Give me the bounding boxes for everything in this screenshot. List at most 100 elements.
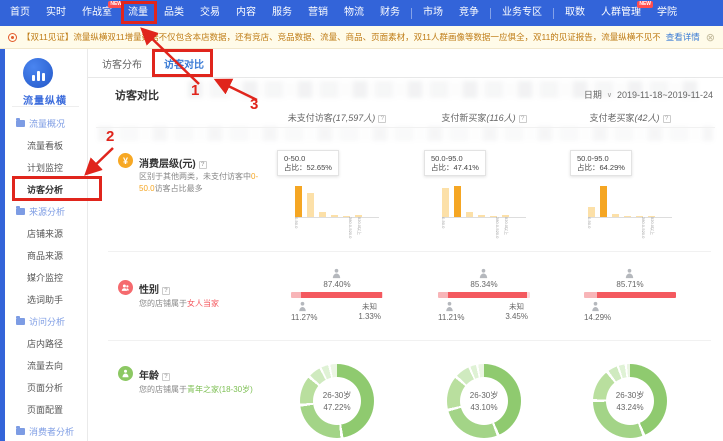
male-percent: 14.29% — [584, 313, 611, 322]
yen-glyph: ¥ — [123, 156, 128, 166]
sidebar-item-instore-path[interactable]: 店内路径 — [5, 332, 87, 354]
close-icon[interactable]: ⊗ — [700, 31, 715, 44]
nav-item-competition[interactable]: 竞争 — [451, 0, 487, 26]
gender-ratio-bar — [438, 292, 530, 298]
nav-divider — [411, 8, 412, 19]
nav-item-content[interactable]: 内容 — [228, 0, 264, 26]
tab-visitor-distribution[interactable]: 访客分布 — [100, 49, 144, 77]
tooltip-value: 47.41% — [454, 163, 479, 172]
help-icon[interactable]: ? — [162, 287, 170, 295]
help-icon[interactable]: ? — [663, 115, 671, 123]
announcement-icon — [8, 33, 17, 42]
bar-chart: 0-50.0 280.0-520.0 520.0以上 — [295, 184, 379, 218]
divider — [12, 106, 79, 107]
row-desc-consumption: 区别于其他两类，未支付访客中0-50.0访客占比最多 — [139, 171, 273, 195]
divider — [96, 127, 715, 128]
sidebar-item-item-source[interactable]: 商品来源 — [5, 244, 87, 266]
tooltip-range: 50.0-95.0 — [577, 154, 625, 163]
chevron-down-icon: ∨ — [607, 91, 612, 99]
tab-visitor-compare[interactable]: 访客对比 — [162, 49, 206, 77]
help-icon[interactable]: ? — [199, 161, 207, 169]
sidebar-item-shop-source[interactable]: 店铺来源 — [5, 222, 87, 244]
tooltip-range: 50.0-95.0 — [431, 154, 479, 163]
sidebar-item-page-analysis[interactable]: 页面分析 — [5, 376, 87, 398]
donut-center-label: 26-30岁47.22% — [300, 364, 374, 438]
sidebar-item-traffic-board[interactable]: 流量看板 — [5, 134, 87, 156]
x-tick: 520.0以上 — [503, 217, 509, 235]
unknown-percent: 3.45% — [505, 312, 528, 321]
consumption-chart-old-buyers[interactable]: 50.0-95.0 占比：64.29% 0-50.0 280.0-520.0 5… — [584, 150, 676, 225]
sidebar-section-visit-analysis[interactable]: 访问分析 — [5, 310, 87, 332]
nav-item-bizzone[interactable]: 业务专区 — [494, 0, 550, 26]
sidebar-section-source-analysis[interactable]: 来源分析 — [5, 200, 87, 222]
sidebar-item-media-monitor[interactable]: 媒介监控 — [5, 266, 87, 288]
donut-center-label: 26-30岁43.24% — [593, 364, 667, 438]
nav-item-marketing[interactable]: 营销 — [300, 0, 336, 26]
tooltip-value: 52.65% — [307, 163, 332, 172]
nav-item-service[interactable]: 服务 — [264, 0, 300, 26]
notice-detail-link[interactable]: 查看详情 — [666, 31, 700, 43]
gender-widget-unpaid: 87.40% 11.27% 未知 1.33% — [289, 268, 385, 330]
nav-item-market[interactable]: 市场 — [415, 0, 451, 26]
nav-item-warroom[interactable]: 作战室NEW — [74, 0, 120, 26]
nav-item-logistics[interactable]: 物流 — [336, 0, 372, 26]
watermark — [98, 126, 713, 141]
folder-icon — [16, 428, 25, 435]
tooltip-value: 64.29% — [600, 163, 625, 172]
nav-item-home[interactable]: 首页 — [2, 0, 38, 26]
column-label: 支付新买家 — [441, 113, 486, 123]
gender-widget-new-buyers: 85.34% 11.21% 未知 3.45% — [436, 268, 532, 330]
age-donut-new-buyers[interactable]: 26-30岁43.10% — [447, 364, 521, 438]
male-percent: 11.21% — [438, 313, 465, 322]
age-donut-unpaid[interactable]: 26-30岁47.22% — [300, 364, 374, 438]
notice-bar: 【双11见证】流量纵横双11增量数据不仅包含本店数据，还有竞店、竞品数据、流量、… — [0, 26, 723, 49]
row-title-gender: 性别? — [139, 281, 170, 296]
nav-item-data[interactable]: 取数 — [557, 0, 593, 26]
nav-item-realtime[interactable]: 实时 — [38, 0, 74, 26]
desc-highlight: 青年之家(18-30岁) — [187, 385, 253, 394]
nav-item-crowd-label: 人群管理 — [601, 7, 641, 18]
tooltip-range: 0-50.0 — [284, 154, 332, 163]
chart-tooltip: 0-50.0 占比：52.65% — [277, 150, 339, 176]
donut-center-label: 26-30岁43.10% — [447, 364, 521, 438]
age-donut-old-buyers[interactable]: 26-30岁43.24% — [593, 364, 667, 438]
sidebar-section-traffic-overview[interactable]: 流量概况 — [5, 112, 87, 134]
sidebar-section-consumer-analysis[interactable]: 消费者分析 — [5, 420, 87, 441]
x-tick: 280.0-520.0 — [348, 217, 353, 238]
sidebar-item-page-config[interactable]: 页面配置 — [5, 398, 87, 420]
sidebar-menu: 流量概况 流量看板 计划监控 访客分析 来源分析 店铺来源 商品来源 媒介监控 … — [5, 112, 87, 441]
section-label: 流量概况 — [29, 117, 65, 130]
male-icon — [444, 301, 455, 312]
sidebar-item-word-helper[interactable]: 选词助手 — [5, 288, 87, 310]
column-label: 未支付访客 — [288, 113, 333, 123]
nav-item-category[interactable]: 品类 — [156, 0, 192, 26]
traffic-logo-icon — [23, 58, 53, 88]
sidebar-item-traffic-direction[interactable]: 流量去向 — [5, 354, 87, 376]
row-desc-gender: 您的店铺属于女人当家 — [139, 298, 273, 310]
folder-icon — [16, 208, 25, 215]
column-count: (42人) — [635, 113, 660, 123]
help-icon[interactable]: ? — [519, 115, 527, 123]
row-title-consumption: 消费层级(元)? — [139, 155, 207, 170]
x-tick: 280.0-520.0 — [641, 217, 646, 238]
nav-item-crowd[interactable]: 人群管理NEW — [593, 0, 649, 26]
date-filter[interactable]: 日期 ∨ 2019-11-18~2019-11-24 — [584, 88, 713, 101]
bar-chart: 0-50.0 280.0-520.0 520.0以上 — [442, 184, 526, 218]
sidebar-brand: 流量纵横 — [5, 92, 85, 107]
nav-item-trade[interactable]: 交易 — [192, 0, 228, 26]
nav-item-traffic[interactable]: 流量 — [120, 0, 156, 26]
help-icon[interactable]: ? — [162, 373, 170, 381]
x-tick: 280.0-520.0 — [495, 217, 500, 238]
sidebar-item-plan-monitor[interactable]: 计划监控 — [5, 156, 87, 178]
consumption-chart-unpaid[interactable]: 0-50.0 占比：52.65% 0-50.0 280.0-520.0 520.… — [291, 150, 383, 225]
consumption-chart-new-buyers[interactable]: 50.0-95.0 占比：47.41% 0-50.0 280.0-520.0 5… — [438, 150, 530, 225]
female-icon — [624, 268, 635, 279]
sidebar-item-visitor-analysis[interactable]: 访客分析 — [5, 178, 87, 200]
person-glyph — [121, 369, 130, 378]
nav-item-academy[interactable]: 学院 — [649, 0, 685, 26]
section-label: 来源分析 — [29, 205, 65, 218]
column-count: (116人) — [486, 113, 515, 123]
nav-item-finance[interactable]: 财务 — [372, 0, 408, 26]
female-percent: 85.71% — [582, 280, 678, 289]
row-title-age: 年龄? — [139, 367, 170, 382]
